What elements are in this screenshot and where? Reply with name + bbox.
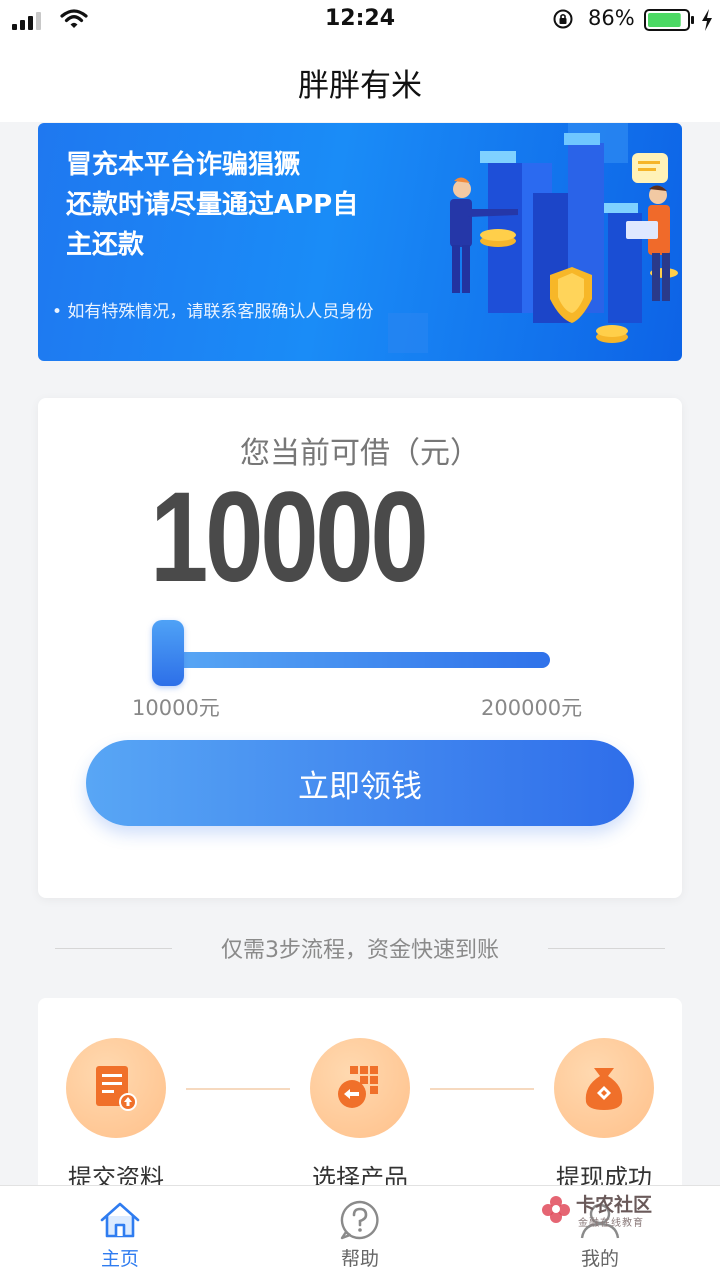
get-money-button[interactable]: 立即领钱 xyxy=(86,740,634,826)
status-bar: 12:24 86% xyxy=(0,0,720,40)
banner-line: 主还款 xyxy=(66,230,145,260)
watermark-subtitle: 金融在线教育 xyxy=(578,1218,644,1229)
battery-percent: 86% xyxy=(588,6,635,30)
process-divider: 仅需3步流程，资金快速到账 xyxy=(0,930,720,966)
banner-line: 冒充本平台诈骗猖獗 xyxy=(66,150,301,180)
tab-profile-label: 我的 xyxy=(580,1248,619,1270)
flower-logo-icon xyxy=(542,1196,570,1223)
banner-illustration xyxy=(388,123,678,353)
money-bag-icon xyxy=(554,1038,654,1138)
battery-icon xyxy=(644,9,694,31)
slider-max-label: 200000元 xyxy=(481,696,583,720)
banner-line: 还款时请尽量通过APP自 xyxy=(66,190,359,220)
step-connector xyxy=(186,1088,290,1090)
watermark-logo: 卡农社区 金融在线教育 xyxy=(540,1190,670,1230)
rotation-lock-icon xyxy=(553,9,573,29)
banner-note: • 如有特殊情况，请联系客服确认人员身份 xyxy=(52,302,374,322)
watermark-name: 卡农社区 xyxy=(576,1194,653,1216)
tab-help[interactable]: 帮助 xyxy=(300,1186,420,1280)
steps-card: 提交资料 选择产品 提现成功 xyxy=(38,998,682,1198)
tab-home[interactable]: 主页 xyxy=(60,1186,180,1280)
tab-home-label: 主页 xyxy=(100,1248,139,1270)
help-icon xyxy=(340,1200,379,1240)
divider-line-right xyxy=(548,948,665,949)
available-amount-value: 10000 xyxy=(150,466,429,609)
product-grid-icon xyxy=(310,1038,410,1138)
home-icon xyxy=(100,1202,140,1238)
slider-min-label: 10000元 xyxy=(132,696,220,720)
page-title: 胖胖有米 xyxy=(298,68,422,104)
charging-bolt-icon xyxy=(702,9,712,31)
amount-slider-thumb[interactable] xyxy=(152,620,184,686)
loan-card: 您当前可借（元） 10000 10000元 200000元 立即领钱 xyxy=(38,398,682,898)
step-connector xyxy=(430,1088,534,1090)
document-upload-icon xyxy=(66,1038,166,1138)
promo-banner[interactable]: 冒充本平台诈骗猖獗 还款时请尽量通过APP自 主还款 • 如有特殊情况，请联系客… xyxy=(38,123,682,361)
nav-bar: 胖胖有米 xyxy=(0,40,720,122)
banner-headline: 冒充本平台诈骗猖獗 还款时请尽量通过APP自 主还款 xyxy=(66,145,396,265)
tab-help-label: 帮助 xyxy=(340,1248,379,1270)
amount-slider-track[interactable] xyxy=(154,652,550,668)
